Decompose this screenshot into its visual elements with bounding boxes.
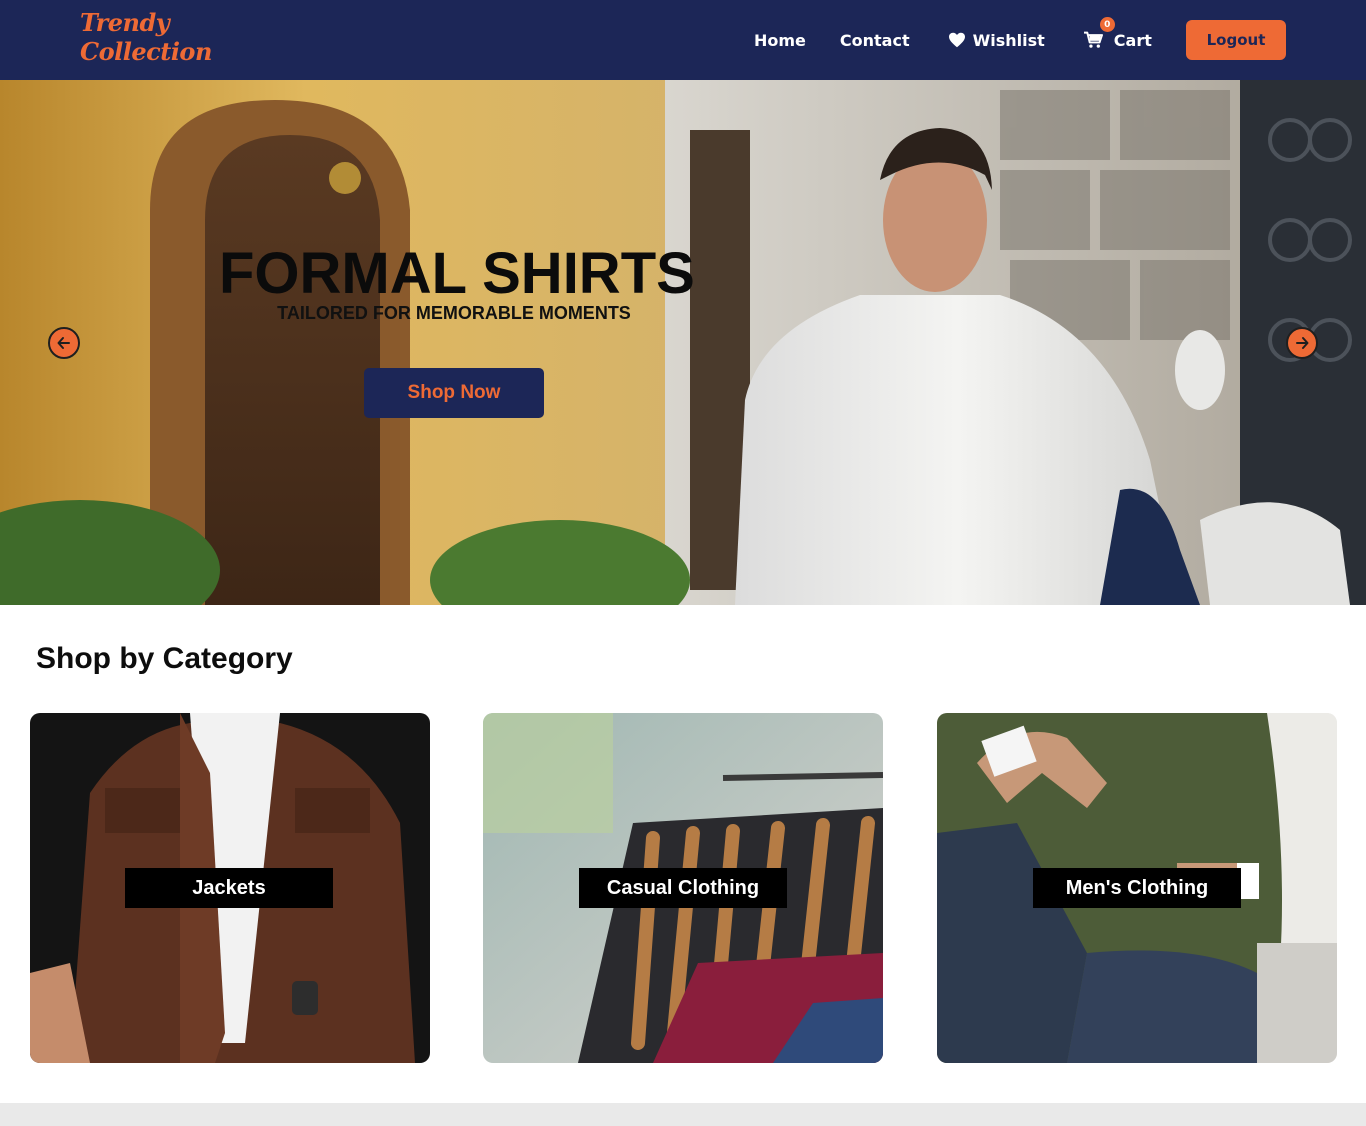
nav-contact-link[interactable]: Contact (840, 31, 910, 50)
carousel-prev-button[interactable] (48, 327, 80, 359)
logo-line-2: Collection (80, 37, 212, 66)
hero-subtitle: TAILORED FOR MEMORABLE MOMENTS (277, 303, 631, 323)
category-label: Jackets (125, 868, 333, 908)
category-section-title: Shop by Category (36, 642, 293, 675)
cart-count-badge: 0 (1099, 17, 1115, 32)
arrow-right-icon (1296, 337, 1309, 349)
nav-wishlist-label: Wishlist (972, 30, 1045, 50)
arrow-left-icon (57, 337, 70, 349)
nav-home-link[interactable]: Home (754, 31, 806, 50)
category-label: Casual Clothing (579, 868, 787, 908)
shop-now-button[interactable]: Shop Now (364, 368, 544, 418)
footer-strip (0, 1103, 1366, 1126)
category-card-mens-clothing[interactable]: Men's Clothing (937, 713, 1337, 1063)
logout-button[interactable]: Logout (1186, 20, 1286, 60)
top-navbar: Trendy Collection Home Contact Wishlist … (0, 0, 1366, 80)
main-nav: Home Contact Wishlist 0 Cart (754, 0, 1152, 80)
category-card-casual-clothing[interactable]: Casual Clothing (483, 713, 883, 1063)
nav-cart-label: Cart (1113, 30, 1152, 50)
hero-background-image (0, 80, 1366, 605)
cart-icon-wrap: 0 (1083, 17, 1115, 49)
logo-line-1: Trendy (80, 8, 170, 37)
category-label: Men's Clothing (1033, 868, 1241, 908)
hero-carousel: FORMAL SHIRTS TAILORED FOR MEMORABLE MOM… (0, 80, 1366, 605)
nav-wishlist-link[interactable]: Wishlist (948, 31, 1045, 50)
heart-icon (948, 32, 965, 48)
carousel-next-button[interactable] (1286, 327, 1318, 359)
hero-title: FORMAL SHIRTS (219, 241, 695, 306)
nav-cart-link[interactable]: 0 Cart (1083, 17, 1152, 50)
cart-icon (1083, 31, 1103, 48)
category-card-jackets[interactable]: Jackets (30, 713, 430, 1063)
brand-logo[interactable]: Trendy Collection (80, 8, 212, 72)
